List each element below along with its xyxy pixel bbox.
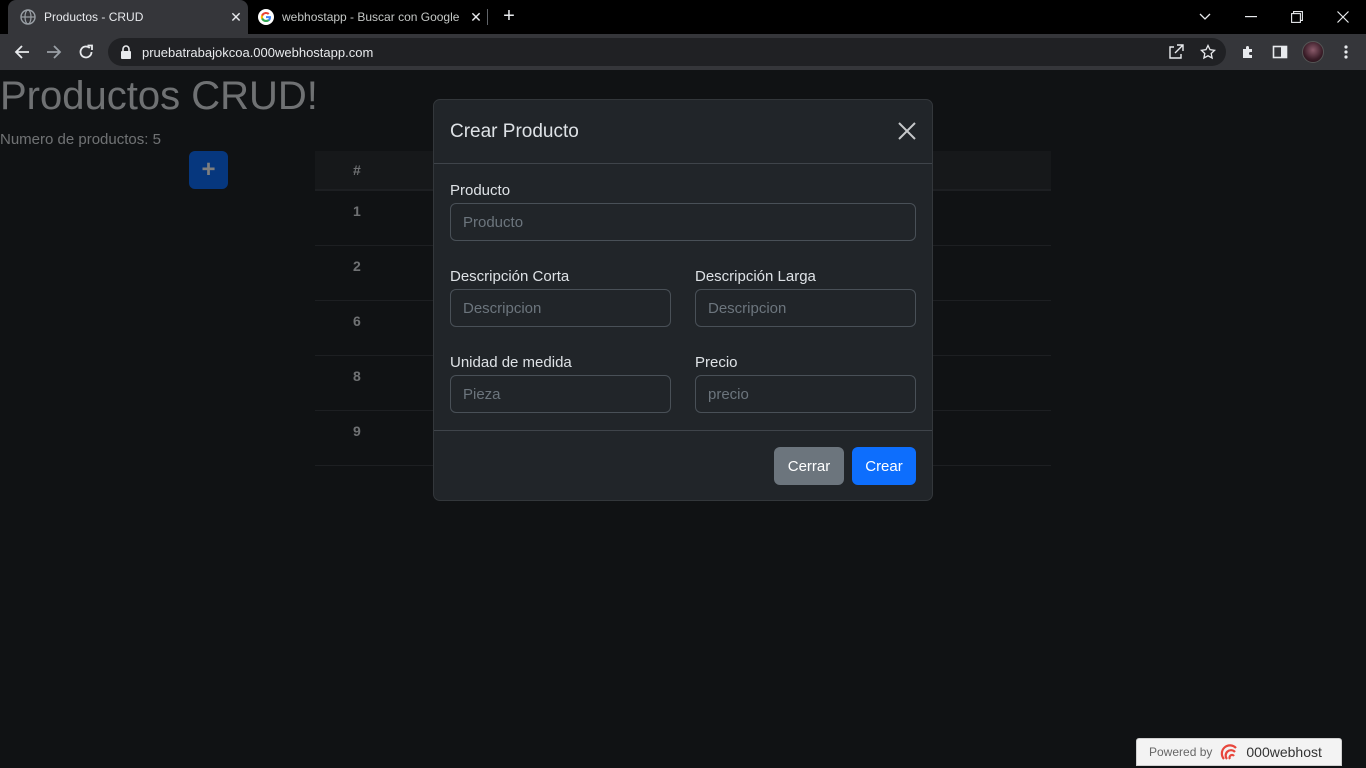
chevron-down-icon[interactable] <box>1182 0 1228 34</box>
tab-title: Productos - CRUD <box>44 10 144 24</box>
browser-tab-bar: Productos - CRUD ✕ webhostapp - Buscar c… <box>0 0 1366 34</box>
tab-close-icon[interactable]: ✕ <box>224 9 248 26</box>
close-icon[interactable] <box>896 120 918 142</box>
powered-by-badge[interactable]: Powered by 000webhost <box>1136 738 1342 766</box>
browser-toolbar: pruebatrabajokcoa.000webhostapp.com <box>0 34 1366 70</box>
kebab-menu-icon[interactable] <box>1338 44 1354 60</box>
tab-close-icon[interactable]: ✕ <box>464 9 488 26</box>
crear-button[interactable]: Crear <box>852 447 916 485</box>
tab-title: webhostapp - Buscar con Google <box>282 10 460 24</box>
minimize-icon[interactable] <box>1228 0 1274 34</box>
modal-title: Crear Producto <box>450 121 579 142</box>
000webhost-logo-icon <box>1220 741 1242 763</box>
bookmark-star-icon[interactable] <box>1199 43 1217 60</box>
000webhost-brand: 000webhost <box>1246 744 1322 760</box>
lock-icon[interactable] <box>120 45 132 59</box>
globe-icon <box>20 9 36 25</box>
modal-body: Producto Descripción Corta Descripción L… <box>450 164 916 430</box>
modal-footer: Cerrar Crear <box>434 430 932 500</box>
powered-by-label: Powered by <box>1149 745 1213 759</box>
tab-productos-crud[interactable]: Productos - CRUD ✕ <box>8 0 248 34</box>
descripcion-corta-label: Descripción Corta <box>450 268 570 285</box>
restore-icon[interactable] <box>1274 0 1320 34</box>
create-product-modal: Crear Producto Producto Descripción Cort… <box>433 99 933 501</box>
google-icon <box>258 9 274 25</box>
profile-avatar[interactable] <box>1302 41 1324 63</box>
descripcion-larga-label: Descripción Larga <box>695 268 816 285</box>
address-bar[interactable]: pruebatrabajokcoa.000webhostapp.com <box>108 38 1226 66</box>
tab-google-search[interactable]: webhostapp - Buscar con Google ✕ <box>248 0 488 34</box>
tab-separator <box>487 9 488 25</box>
unidad-medida-input[interactable] <box>450 375 671 413</box>
cerrar-button[interactable]: Cerrar <box>774 447 844 485</box>
descripcion-corta-input[interactable] <box>450 289 671 327</box>
unidad-medida-label: Unidad de medida <box>450 354 572 371</box>
url-text: pruebatrabajokcoa.000webhostapp.com <box>142 44 374 60</box>
extensions-puzzle-icon[interactable] <box>1240 44 1256 60</box>
side-panel-icon[interactable] <box>1272 44 1288 60</box>
descripcion-larga-input[interactable] <box>695 289 916 327</box>
back-arrow-icon[interactable] <box>10 40 34 64</box>
share-icon[interactable] <box>1168 44 1184 60</box>
producto-label: Producto <box>450 182 511 199</box>
new-tab-icon[interactable]: + <box>498 5 520 27</box>
window-close-icon[interactable] <box>1320 0 1366 34</box>
producto-input[interactable] <box>450 203 916 241</box>
reload-icon[interactable] <box>74 40 98 64</box>
modal-header: Crear Producto <box>434 100 932 164</box>
precio-input[interactable] <box>695 375 916 413</box>
forward-arrow-icon[interactable] <box>42 40 66 64</box>
precio-label: Precio <box>695 354 738 371</box>
